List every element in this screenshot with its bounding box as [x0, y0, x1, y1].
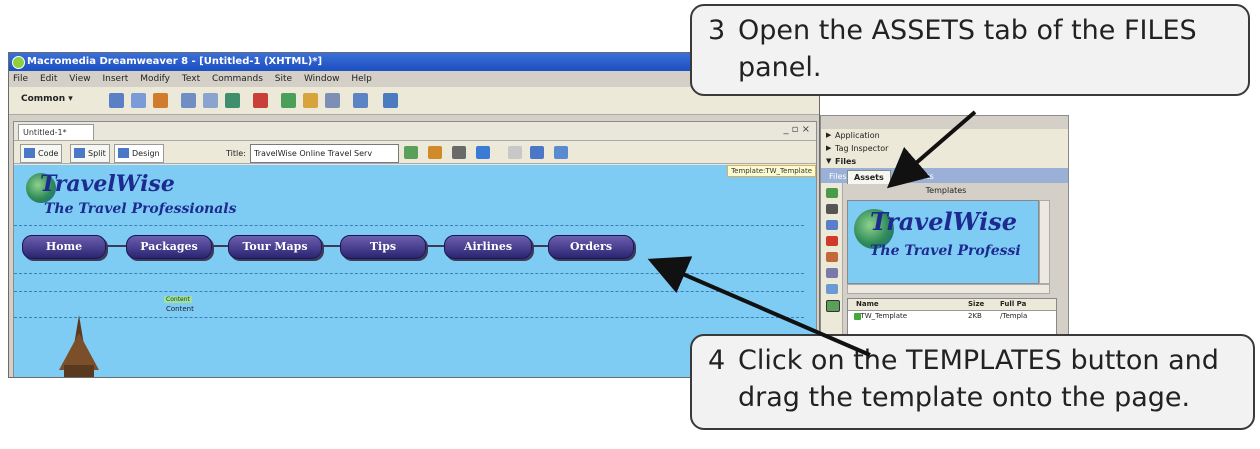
arrow-to-page: [647, 256, 871, 357]
arrow-to-assets-tab: [886, 110, 977, 189]
annotation-arrows: [647, 110, 977, 357]
